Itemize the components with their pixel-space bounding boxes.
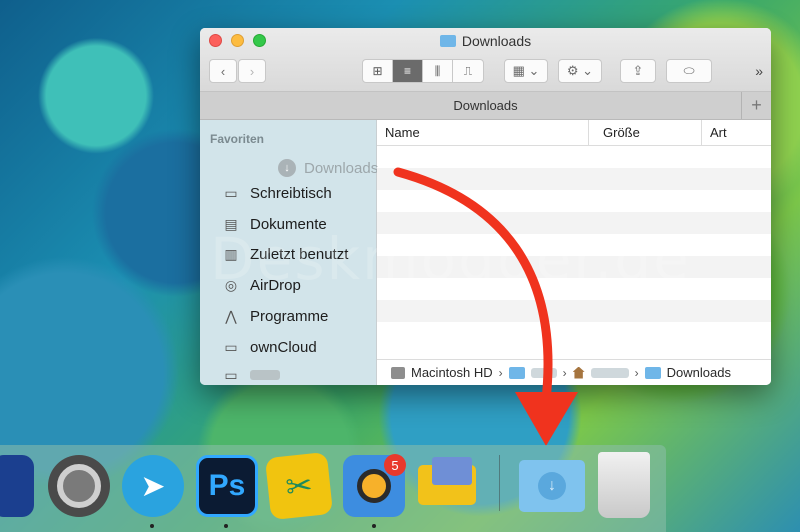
notification-badge: 5 <box>384 454 406 476</box>
running-indicator <box>372 524 376 528</box>
running-indicator <box>224 524 228 528</box>
gear-icon <box>57 464 101 508</box>
scissors-icon: ✂ <box>283 466 315 506</box>
dock-trash[interactable] <box>598 452 650 518</box>
bird-icon <box>357 469 391 503</box>
dock-word-app[interactable] <box>0 455 34 517</box>
dock-transmit[interactable] <box>416 455 478 517</box>
dock-scissors-app[interactable]: ✂ <box>264 451 334 521</box>
dock-separator <box>499 455 500 511</box>
dock-downloads-folder[interactable]: ↓ <box>519 460 585 512</box>
dock-system-preferences[interactable] <box>48 455 110 517</box>
running-indicator <box>150 524 154 528</box>
box-icon <box>432 457 472 485</box>
paper-plane-icon: ➤ <box>140 469 166 503</box>
dock-telegram[interactable]: ➤ <box>122 455 184 517</box>
dock-photoshop[interactable]: Ps <box>196 455 258 517</box>
download-icon: ↓ <box>538 472 566 500</box>
